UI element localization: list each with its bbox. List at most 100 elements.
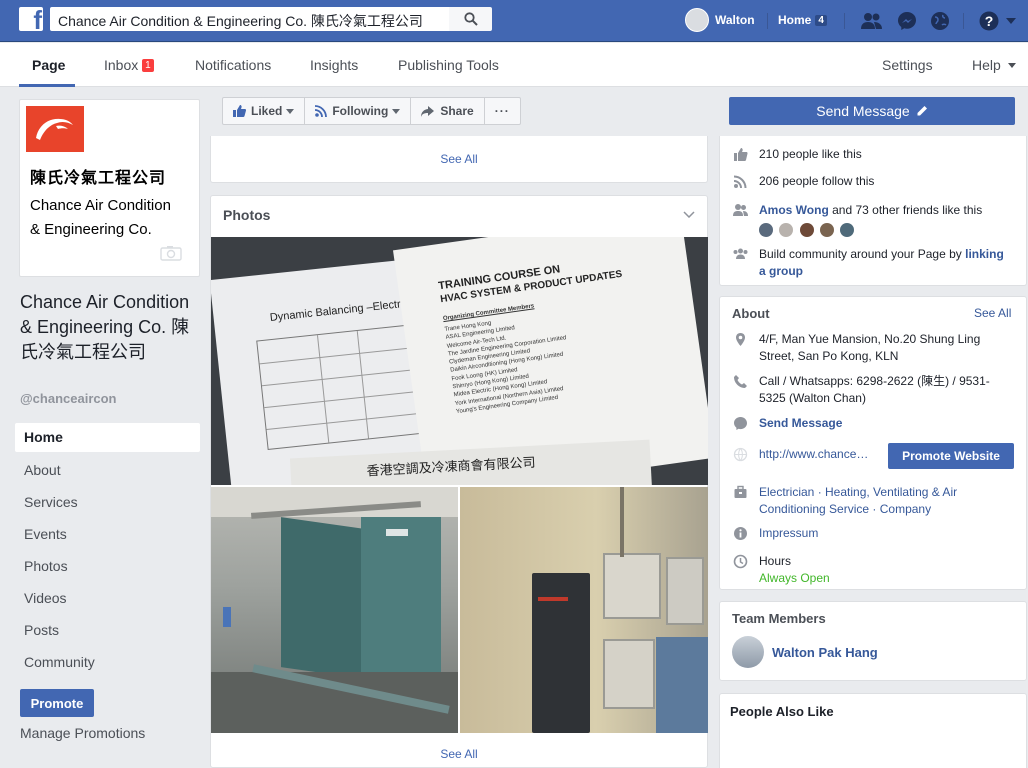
doc-member-list: Trane Hong Kong ASAL Engineering Limited… bbox=[444, 309, 575, 416]
about-send-message-link[interactable]: Send Message bbox=[759, 415, 842, 432]
left-nav-community[interactable]: Community bbox=[15, 647, 200, 679]
tab-publishing-tools[interactable]: Publishing Tools bbox=[398, 57, 499, 73]
logo-english-line-2: & Engineering Co. bbox=[30, 221, 152, 238]
share-label: Share bbox=[440, 104, 474, 118]
camera-icon[interactable] bbox=[160, 245, 182, 264]
more-options-button[interactable]: ··· bbox=[483, 97, 521, 125]
tab-insights[interactable]: Insights bbox=[310, 57, 358, 73]
website-row: http://www.chance… bbox=[733, 446, 868, 463]
tab-inbox[interactable]: Inbox 1 bbox=[104, 57, 154, 73]
send-message-button[interactable]: Send Message bbox=[729, 97, 1015, 125]
following-label: Following bbox=[332, 104, 389, 118]
manage-promotions-link[interactable]: Manage Promotions bbox=[20, 725, 145, 741]
friend-name-link[interactable]: Amos Wong bbox=[759, 203, 829, 217]
home-link[interactable]: Home 4 bbox=[778, 13, 827, 27]
avatar[interactable] bbox=[820, 222, 835, 237]
tab-notifications[interactable]: Notifications bbox=[195, 57, 271, 73]
tab-inbox-label: Inbox bbox=[104, 57, 139, 73]
promote-button[interactable]: Promote bbox=[20, 689, 94, 717]
photos-card: Photos Dynamic Balancing –Electr TRAININ… bbox=[210, 195, 708, 768]
friend-requests-icon[interactable] bbox=[861, 10, 883, 32]
help-menu[interactable]: Help bbox=[972, 57, 1016, 73]
left-nav-videos[interactable]: Videos bbox=[15, 583, 200, 615]
page-action-bar: Liked Following Share ··· bbox=[222, 97, 521, 125]
messenger-icon[interactable] bbox=[896, 10, 918, 32]
team-members-title: Team Members bbox=[732, 611, 826, 626]
following-button[interactable]: Following bbox=[304, 97, 412, 125]
left-nav-home[interactable]: Home bbox=[15, 423, 200, 452]
left-nav: Home About Services Events Photos Videos… bbox=[15, 423, 200, 679]
friends-like-text: and 73 other friends like this bbox=[828, 203, 983, 217]
search-input[interactable]: Chance Air Condition & Engineering Co. 陳… bbox=[50, 7, 449, 31]
follows-count: 206 people follow this bbox=[759, 174, 875, 188]
address-row: 4/F, Man Yue Mansion, No.20 Shung Ling S… bbox=[733, 331, 1013, 365]
photo-training-documents[interactable]: Dynamic Balancing –Electr TRAINING COURS… bbox=[211, 237, 708, 485]
people-also-like-card: People Also Like bbox=[719, 693, 1027, 768]
profile-link[interactable]: Walton bbox=[685, 8, 755, 32]
see-all-link[interactable]: See All bbox=[211, 152, 707, 166]
left-nav-events[interactable]: Events bbox=[15, 519, 200, 551]
photo-outdoor-ac-unit[interactable] bbox=[211, 487, 458, 733]
see-all-label: See All bbox=[440, 152, 478, 166]
photos-section-title[interactable]: Photos bbox=[223, 207, 270, 223]
logo-english-name: Chance Air Condition & Engineering Co. bbox=[30, 194, 200, 242]
notifications-globe-icon[interactable] bbox=[929, 10, 951, 32]
website-link[interactable]: http://www.chance… bbox=[759, 446, 868, 463]
page-handle[interactable]: @chanceaircon bbox=[20, 391, 117, 406]
avatar[interactable] bbox=[799, 222, 814, 237]
see-all-label: See All bbox=[440, 747, 478, 761]
doc-left-heading: Dynamic Balancing –Electr bbox=[269, 298, 402, 325]
avatar[interactable] bbox=[759, 222, 773, 237]
left-nav-about[interactable]: About bbox=[15, 455, 200, 487]
avatar bbox=[685, 8, 709, 32]
likes-count: 210 people like this bbox=[759, 147, 862, 161]
left-nav-posts[interactable]: Posts bbox=[15, 615, 200, 647]
divider bbox=[963, 13, 964, 29]
team-members-card: Team Members Walton Pak Hang bbox=[719, 601, 1027, 681]
share-button[interactable]: Share bbox=[410, 97, 485, 125]
phone-icon bbox=[734, 375, 747, 388]
send-message-label: Send Message bbox=[816, 103, 910, 119]
friend-avatars bbox=[759, 221, 982, 238]
friends-like-row: Amos Wong and 73 other friends like this bbox=[733, 202, 982, 238]
doc-left-table bbox=[256, 323, 427, 451]
settings-link[interactable]: Settings bbox=[882, 57, 933, 73]
active-tab-indicator bbox=[19, 84, 75, 87]
see-all-link[interactable]: See All bbox=[211, 747, 707, 761]
info-icon bbox=[734, 527, 747, 540]
inbox-badge: 1 bbox=[142, 59, 154, 72]
liked-button[interactable]: Liked bbox=[222, 97, 306, 125]
home-count-badge: 4 bbox=[815, 14, 827, 26]
thumbs-up-icon bbox=[734, 148, 748, 161]
build-community-text: Build community around your Page by bbox=[759, 247, 966, 261]
tab-page[interactable]: Page bbox=[32, 57, 65, 73]
category-links[interactable]: Electrician · Heating, Ventilating & Air… bbox=[759, 484, 1013, 518]
promote-website-button[interactable]: Promote Website bbox=[888, 443, 1014, 469]
avatar[interactable] bbox=[779, 222, 794, 237]
profile-picture[interactable]: 陳氏冷氣工程公司 Chance Air Condition & Engineer… bbox=[19, 99, 200, 277]
left-nav-photos[interactable]: Photos bbox=[15, 551, 200, 583]
search-button[interactable] bbox=[449, 7, 492, 31]
share-arrow-icon bbox=[421, 105, 435, 117]
svg-text:?: ? bbox=[985, 13, 994, 29]
photo-control-panel[interactable] bbox=[460, 487, 708, 733]
page-title: Chance Air Condition & Engineering Co. 陳… bbox=[20, 292, 190, 362]
avatar[interactable] bbox=[840, 222, 855, 237]
chevron-down-icon[interactable] bbox=[683, 211, 695, 218]
send-message-row: Send Message bbox=[733, 415, 842, 432]
about-see-all-link[interactable]: See All bbox=[974, 306, 1011, 320]
chevron-down-icon bbox=[392, 108, 401, 114]
rss-follow-icon bbox=[315, 105, 328, 117]
thumbs-up-icon bbox=[233, 105, 246, 117]
avatar[interactable] bbox=[732, 636, 764, 668]
account-menu-caret-icon[interactable] bbox=[1004, 10, 1018, 32]
help-icon[interactable]: ? bbox=[978, 10, 1000, 32]
facebook-logo-icon[interactable]: f bbox=[19, 7, 43, 31]
team-member-link[interactable]: Walton Pak Hang bbox=[772, 645, 878, 660]
home-label: Home bbox=[778, 13, 812, 27]
hours-label: Hours bbox=[759, 554, 792, 568]
left-nav-services[interactable]: Services bbox=[15, 487, 200, 519]
about-card: About See All 4/F, Man Yue Mansion, No.2… bbox=[719, 296, 1027, 590]
location-pin-icon bbox=[736, 333, 745, 346]
impressum-link[interactable]: Impressum bbox=[759, 525, 818, 542]
